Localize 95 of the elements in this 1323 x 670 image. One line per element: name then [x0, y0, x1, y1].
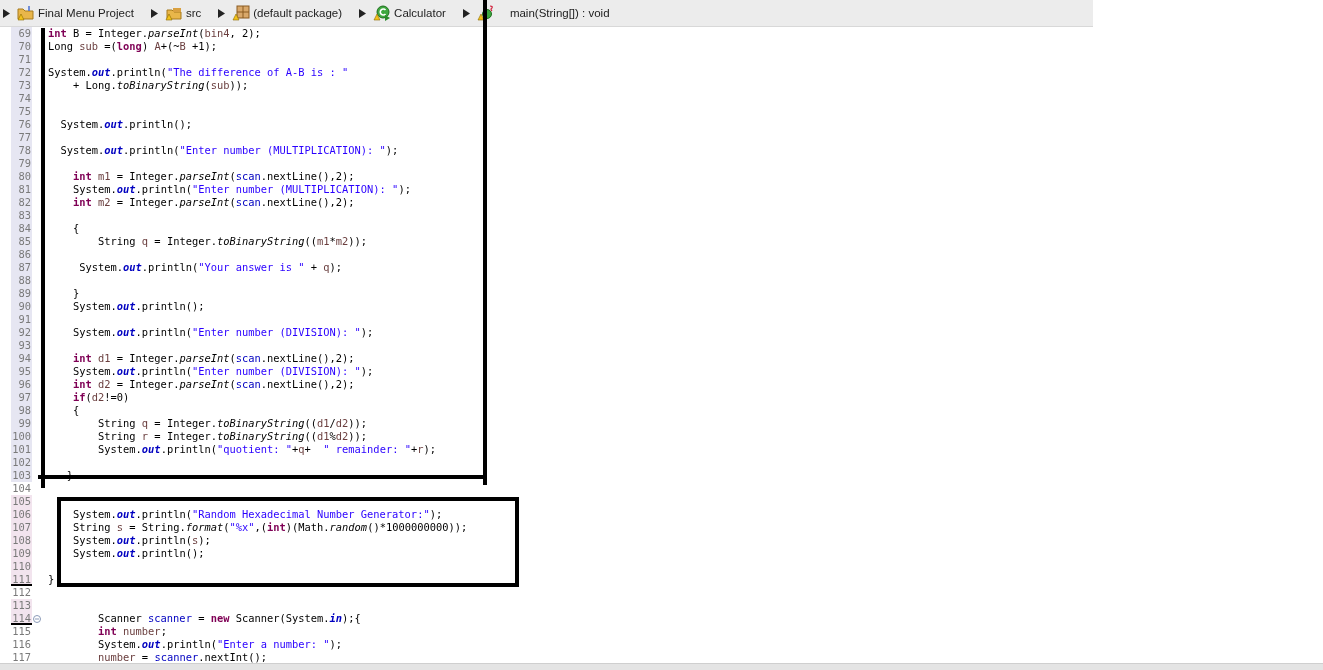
code-line: System.out.println("Your answer is " + q);	[78, 261, 343, 274]
code-line: System.out.println("Random Hexadecimal Number Generator:");	[72, 508, 443, 521]
line-number: 81	[11, 183, 32, 196]
line-number: 100	[11, 430, 32, 443]
line-number: 82	[11, 196, 32, 209]
code-line: System.out.println("Enter number (DIVISION): ");	[72, 365, 374, 378]
line-number: 105	[11, 495, 32, 508]
code-line: if(d2!=0)	[72, 391, 130, 404]
folder-icon	[164, 5, 183, 21]
line-number: 85	[11, 235, 32, 248]
code-line: System.out.println("Enter number (MULTIPLICATION): ");	[72, 183, 411, 196]
line-number: 98	[11, 404, 32, 417]
code-line: int d2 = Integer.parseInt(scan.nextLine(),2);	[72, 378, 355, 391]
code-line: String s = String.format("%x",(int)(Math.random()*1000000000));	[72, 521, 468, 534]
line-number: 69	[11, 27, 32, 40]
line-number: 73	[11, 79, 32, 92]
caret-icon[interactable]	[359, 8, 367, 18]
code-line: System.out.println(s);	[72, 534, 211, 547]
code-line: System.out.println("Enter number (MULTIPLICATION): ");	[59, 144, 399, 157]
line-number: 111	[11, 573, 32, 586]
line-number: 86	[11, 248, 32, 261]
line-number: 76	[11, 118, 32, 131]
line-number: 113	[11, 599, 32, 612]
code-line: number = scanner.nextInt();	[97, 651, 267, 664]
line-number: 110	[11, 560, 32, 573]
line-number: 106	[11, 508, 32, 521]
code-line: System.out.println("Enter a number: ");	[97, 638, 343, 651]
line-number: 87	[11, 261, 32, 274]
breadcrumb-item[interactable]: Final Menu Project	[38, 7, 134, 19]
line-number: 79	[11, 157, 32, 170]
line-number: 75	[11, 105, 32, 118]
breadcrumb-item[interactable]: src	[185, 7, 202, 19]
line-number: 114	[11, 612, 32, 625]
class-icon	[373, 5, 392, 21]
code-line: Scanner scanner = new Scanner(System.in);{	[97, 612, 361, 625]
line-number: 72	[11, 66, 32, 79]
line-number: 116	[11, 638, 32, 651]
code-line: }	[72, 287, 80, 300]
line-number: 115	[11, 625, 32, 638]
line-number: 97	[11, 391, 32, 404]
line-number: 90	[11, 300, 32, 313]
caret-icon[interactable]	[3, 8, 10, 18]
code-line: {	[72, 404, 80, 417]
code-line: System.out.println("Enter number (DIVISION): ");	[72, 326, 374, 339]
line-number: 94	[11, 352, 32, 365]
line-number: 101	[11, 443, 32, 456]
line-number: 107	[11, 521, 32, 534]
line-number: 109	[11, 547, 32, 560]
code-line: System.out.println("quotient: "+q+ " remainder: "+r);	[97, 443, 436, 456]
line-number: 80	[11, 170, 32, 183]
caret-icon[interactable]	[462, 8, 470, 18]
code-line: }	[48, 573, 55, 586]
breadcrumb-item[interactable]: (default package)	[253, 7, 343, 19]
line-number: 103	[11, 469, 32, 482]
code-line: System.out.println();	[72, 300, 205, 313]
caret-icon[interactable]	[218, 8, 226, 18]
line-number: 89	[11, 287, 32, 300]
breadcrumb-item[interactable]: Calculator	[394, 7, 446, 19]
line-number: 92	[11, 326, 32, 339]
code-line: {	[72, 222, 80, 235]
code-line: System.out.println();	[72, 547, 205, 560]
code-line: int d1 = Integer.parseInt(scan.nextLine(),2);	[72, 352, 355, 365]
line-number: 77	[11, 131, 32, 144]
breadcrumb-item[interactable]: main(String[]) : void	[509, 7, 610, 19]
line-number: 104	[11, 482, 32, 495]
line-number: 117	[11, 651, 32, 664]
line-number: 102	[11, 456, 32, 469]
package-icon	[232, 5, 251, 21]
code-line: int B = Integer.parseInt(bin4, 2);	[48, 27, 261, 40]
line-number: 70	[11, 40, 32, 53]
code-line: System.out.println("The difference of A-B is : "	[48, 66, 349, 79]
line-number: 88	[11, 274, 32, 287]
code-line: int m2 = Integer.parseInt(scan.nextLine(),2);	[72, 196, 355, 209]
line-number: 74	[11, 92, 32, 105]
code-line: String q = Integer.toBinaryString((d1/d2));	[97, 417, 368, 430]
code-line: String q = Integer.toBinaryString((m1*m2));	[97, 235, 368, 248]
line-number: 108	[11, 534, 32, 547]
code-line: + Long.toBinaryString(sub));	[72, 79, 249, 92]
line-number: 112	[11, 586, 32, 599]
code-line: int m1 = Integer.parseInt(scan.nextLine(),2);	[72, 170, 355, 183]
line-number: 84	[11, 222, 32, 235]
code-line: System.out.println();	[59, 118, 192, 131]
line-number: 99	[11, 417, 32, 430]
code-line: int number;	[97, 625, 167, 638]
line-number: 93	[11, 339, 32, 352]
line-number: 95	[11, 365, 32, 378]
line-number: 71	[11, 53, 32, 66]
project-folder-icon	[17, 5, 35, 21]
code-line: Long sub =(long) A+(~B +1);	[48, 40, 217, 53]
line-number: 91	[11, 313, 32, 326]
line-number: 78	[11, 144, 32, 157]
line-number: 96	[11, 378, 32, 391]
line-number: 83	[11, 209, 32, 222]
caret-icon[interactable]	[150, 8, 158, 18]
code-line: String r = Integer.toBinaryString((d1%d2));	[97, 430, 368, 443]
